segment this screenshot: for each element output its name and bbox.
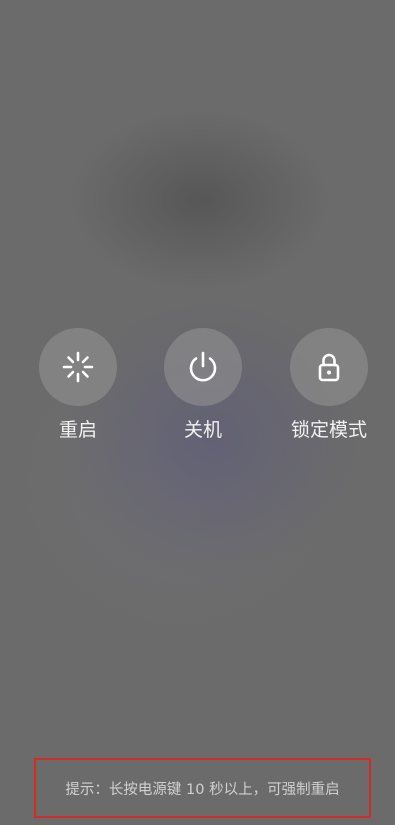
shutdown-button-circle[interactable] <box>164 328 242 406</box>
force-restart-hint: 提示：长按电源键 10 秒以上，可强制重启 <box>34 758 371 818</box>
restart-button[interactable]: 重启 <box>23 328 133 442</box>
restart-label: 重启 <box>58 419 97 441</box>
lock-mode-label: 锁定模式 <box>290 419 367 441</box>
hint-text: 提示：长按电源键 10 秒以上，可强制重启 <box>65 781 340 798</box>
shutdown-button[interactable]: 关机 <box>148 328 258 442</box>
power-icon <box>189 351 217 382</box>
lock-mode-button[interactable]: 锁定模式 <box>274 328 384 442</box>
restart-icon <box>62 351 94 383</box>
power-menu: 重启 关机 锁定模式 <box>0 328 395 448</box>
lock-mode-button-circle[interactable] <box>290 328 368 406</box>
restart-button-circle[interactable] <box>39 328 117 406</box>
lock-icon <box>318 353 340 382</box>
shutdown-label: 关机 <box>183 419 222 441</box>
